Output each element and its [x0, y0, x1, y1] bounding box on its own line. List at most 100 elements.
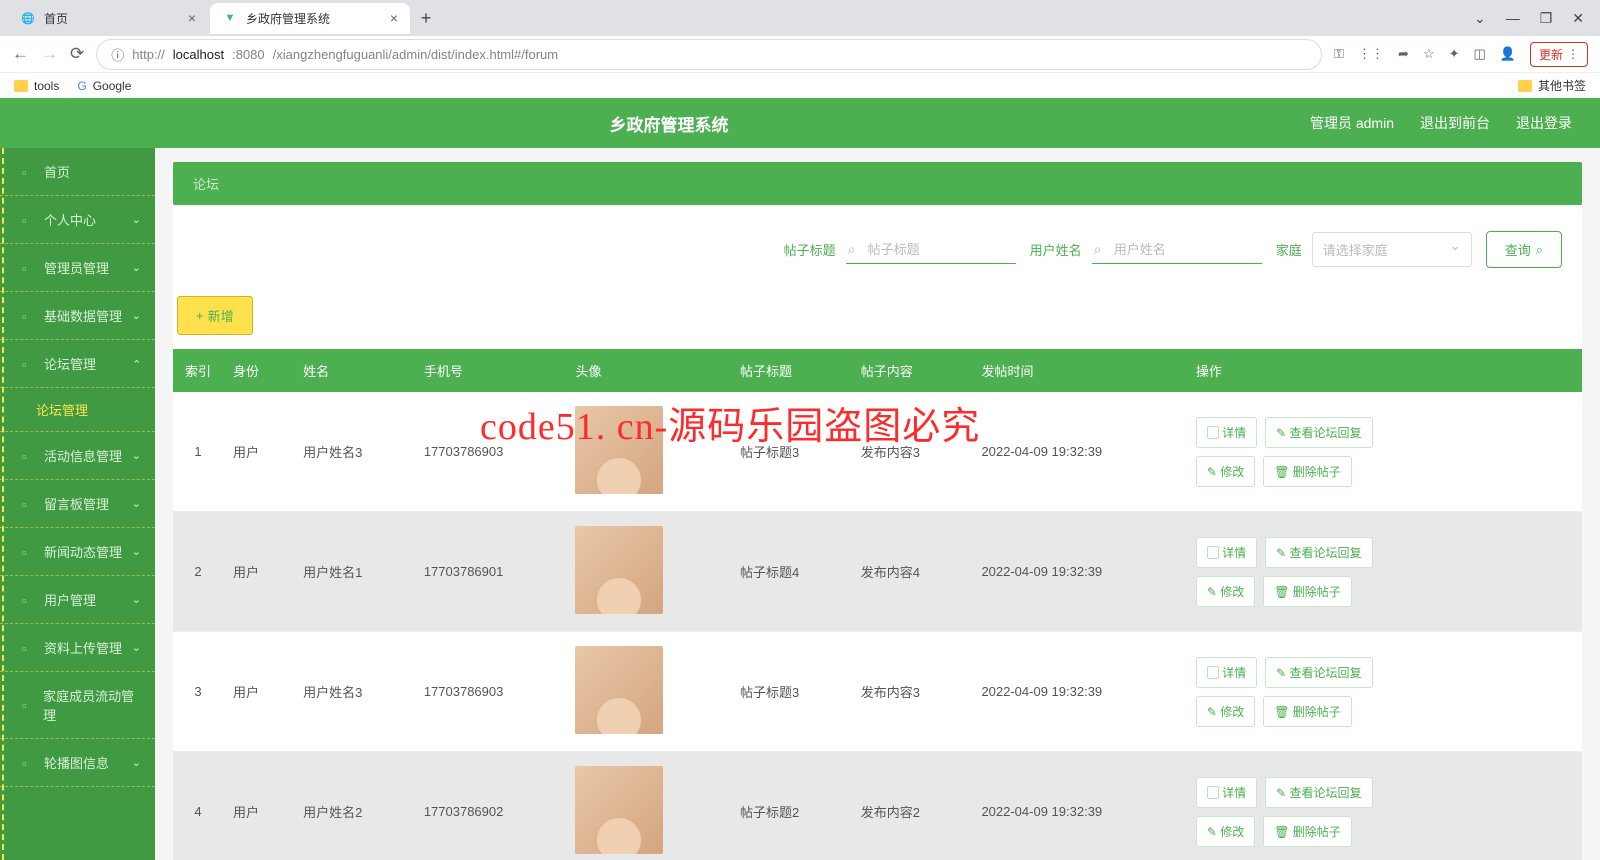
- toolbar-icons: ⚿ ⋮⋮ ➦ ☆ ✦ ◫ 👤 更新⋮: [1334, 42, 1588, 67]
- share-icon[interactable]: ➦: [1398, 46, 1409, 62]
- edit-button[interactable]: ✎ 修改: [1196, 576, 1255, 607]
- menu-icon: ▫: [22, 261, 36, 275]
- view-reply-button[interactable]: ✎ 查看论坛回复: [1265, 777, 1372, 808]
- maximize-icon[interactable]: ❐: [1540, 10, 1553, 27]
- sidebar-item-9[interactable]: ▫资料上传管理⌄: [0, 624, 155, 672]
- bookmark-other[interactable]: 其他书签: [1518, 77, 1586, 94]
- toolbar: +新增: [173, 282, 1582, 349]
- delete-button[interactable]: 🗑 删除帖子: [1263, 816, 1352, 847]
- url-scheme: http://: [132, 47, 165, 62]
- sidebar-item-5[interactable]: ▫活动信息管理⌄: [0, 432, 155, 480]
- sidebar-subitem[interactable]: 论坛管理: [0, 388, 155, 432]
- search-title-label: 帖子标题: [784, 240, 836, 259]
- bookmark-google[interactable]: GGoogle: [77, 79, 131, 93]
- close-icon[interactable]: ×: [188, 10, 196, 26]
- sidebar-item-3[interactable]: ▫基础数据管理⌄: [0, 292, 155, 340]
- search-row: 帖子标题 用户姓名 家庭 请选择家庭 查询⌕: [173, 207, 1582, 282]
- vue-icon: ▼: [222, 10, 238, 26]
- chevron-down-icon: ⌄: [132, 261, 141, 274]
- goto-front-button[interactable]: 退出到前台: [1420, 113, 1490, 133]
- search-user-input[interactable]: [1092, 236, 1262, 264]
- detail-button[interactable]: ▢ 详情: [1196, 777, 1257, 808]
- cell-content: 发布内容4: [851, 512, 972, 632]
- new-tab-button[interactable]: +: [412, 4, 440, 32]
- sidebar-item-2[interactable]: ▫ 管理员管理 ⌄: [0, 244, 155, 292]
- search-family-select[interactable]: 请选择家庭: [1312, 232, 1472, 267]
- tab-title: 乡政府管理系统: [246, 10, 330, 27]
- sidebar-item-label: 管理员管理: [44, 258, 109, 277]
- query-button[interactable]: 查询⌕: [1486, 231, 1562, 268]
- sidebar-item-0[interactable]: ▫首页: [0, 148, 155, 196]
- window-controls: ⌄ — ❐ ✕: [1474, 10, 1600, 27]
- browser-chrome: 🌐 首页 × ▼ 乡政府管理系统 × + ⌄ — ❐ ✕ ← → ⟳ ⓘ htt…: [0, 0, 1600, 98]
- close-window-icon[interactable]: ✕: [1572, 10, 1584, 27]
- edit-button[interactable]: ✎ 修改: [1196, 456, 1255, 487]
- cell-time: 2022-04-09 19:32:39: [971, 632, 1185, 752]
- panel-icon[interactable]: ◫: [1474, 46, 1486, 62]
- current-user[interactable]: 管理员 admin: [1310, 113, 1394, 133]
- key-icon[interactable]: ⚿: [1334, 46, 1344, 62]
- url-port: :8080: [232, 47, 265, 62]
- delete-button[interactable]: 🗑 删除帖子: [1263, 696, 1352, 727]
- column-header: 索引: [173, 349, 223, 392]
- translate-icon[interactable]: ⋮⋮: [1358, 46, 1384, 62]
- cell-ops: ▢ 详情 ✎ 查看论坛回复 ✎ 修改 🗑 删除帖子: [1186, 632, 1582, 752]
- close-icon[interactable]: ×: [390, 10, 398, 26]
- chevron-down-icon[interactable]: ⌄: [1474, 10, 1486, 27]
- sidebar-item-label: 论坛管理: [44, 354, 96, 373]
- sidebar-item-11[interactable]: ▫轮播图信息⌄: [0, 739, 155, 787]
- chevron-down-icon: ⌄: [132, 641, 141, 654]
- detail-button[interactable]: ▢ 详情: [1196, 417, 1257, 448]
- chevron-down-icon: ⌄: [132, 545, 141, 558]
- sidebar-item-8[interactable]: ▫用户管理⌄: [0, 576, 155, 624]
- back-icon[interactable]: ←: [12, 44, 29, 64]
- sidebar-item-1[interactable]: ▫个人中心⌄: [0, 196, 155, 244]
- delete-button[interactable]: 🗑 删除帖子: [1263, 456, 1352, 487]
- chevron-down-icon: ⌄: [132, 756, 141, 769]
- browser-tab-home[interactable]: 🌐 首页 ×: [8, 3, 208, 34]
- chevron-down-icon: ⌄: [132, 309, 141, 322]
- address-bar: ← → ⟳ ⓘ http://localhost:8080/xiangzheng…: [0, 36, 1600, 72]
- bookmark-tools[interactable]: tools: [14, 79, 59, 93]
- add-button[interactable]: +新增: [177, 296, 253, 335]
- minimize-icon[interactable]: —: [1506, 10, 1520, 27]
- tab-title: 首页: [44, 10, 68, 27]
- cell-name: 用户姓名3: [293, 392, 414, 512]
- chevron-down-icon: ⌄: [132, 593, 141, 606]
- search-title-input[interactable]: [846, 236, 1016, 264]
- detail-button[interactable]: ▢ 详情: [1196, 537, 1257, 568]
- cell-name: 用户姓名3: [293, 632, 414, 752]
- url-host: localhost: [173, 47, 224, 62]
- sidebar-item-4[interactable]: ▫论坛管理⌄: [0, 340, 155, 388]
- url-path: /xiangzhengfuguanli/admin/dist/index.htm…: [273, 47, 558, 62]
- avatar: [575, 526, 663, 614]
- sidebar-item-10[interactable]: ▫家庭成员流动管理: [0, 672, 155, 739]
- cell-index: 3: [173, 632, 223, 752]
- view-reply-button[interactable]: ✎ 查看论坛回复: [1265, 657, 1372, 688]
- menu-icon: ▫: [22, 165, 36, 179]
- delete-button[interactable]: 🗑 删除帖子: [1263, 576, 1352, 607]
- reload-icon[interactable]: ⟳: [70, 44, 84, 64]
- sidebar-item-6[interactable]: ▫留言板管理⌄: [0, 480, 155, 528]
- update-button[interactable]: 更新⋮: [1530, 42, 1588, 67]
- sidebar-item-7[interactable]: ▫新闻动态管理⌄: [0, 528, 155, 576]
- forward-icon[interactable]: →: [41, 44, 58, 64]
- cell-avatar: [565, 752, 730, 860]
- profile-icon[interactable]: 👤: [1500, 46, 1516, 62]
- logout-button[interactable]: 退出登录: [1516, 113, 1572, 133]
- edit-button[interactable]: ✎ 修改: [1196, 816, 1255, 847]
- url-field[interactable]: ⓘ http://localhost:8080/xiangzhengfuguan…: [96, 39, 1322, 70]
- extensions-icon[interactable]: ✦: [1449, 46, 1460, 62]
- table-row: 3用户用户姓名317703786903帖子标题3发布内容32022-04-09 …: [173, 632, 1582, 752]
- star-icon[interactable]: ☆: [1423, 46, 1435, 62]
- browser-tab-active[interactable]: ▼ 乡政府管理系统 ×: [210, 3, 410, 34]
- sidebar-item-label: 基础数据管理: [44, 306, 122, 325]
- cell-index: 1: [173, 392, 223, 512]
- view-reply-button[interactable]: ✎ 查看论坛回复: [1265, 537, 1372, 568]
- cell-name: 用户姓名1: [293, 512, 414, 632]
- view-reply-button[interactable]: ✎ 查看论坛回复: [1265, 417, 1372, 448]
- detail-button[interactable]: ▢ 详情: [1196, 657, 1257, 688]
- cell-phone: 17703786902: [414, 752, 566, 860]
- edit-button[interactable]: ✎ 修改: [1196, 696, 1255, 727]
- folder-icon: [14, 80, 28, 92]
